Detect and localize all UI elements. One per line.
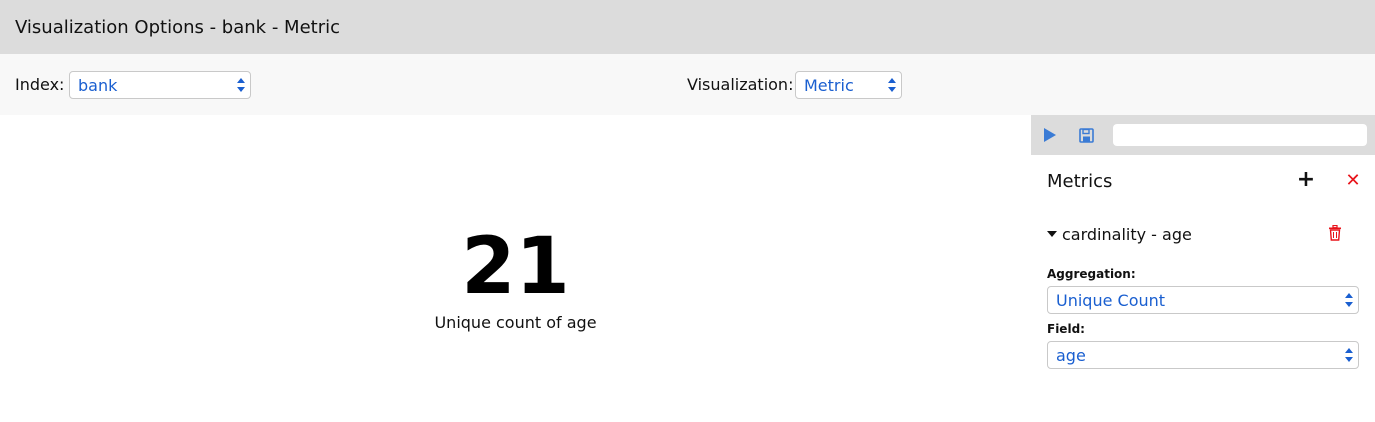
select-arrows-icon <box>1345 293 1353 307</box>
caret-down-icon <box>1047 231 1057 237</box>
visualization-select[interactable]: Metric <box>795 71 902 99</box>
floppy-disk-icon[interactable] <box>1075 124 1097 146</box>
sidebar-toolbar <box>1031 115 1375 155</box>
index-label: Index: <box>15 75 65 94</box>
sidebar-search-input[interactable] <box>1113 124 1367 146</box>
options-bar: Index: bank Visualization: Metric <box>0 54 1375 115</box>
plus-icon: + <box>1296 167 1316 192</box>
field-label: Field: <box>1047 322 1085 336</box>
window-titlebar: Visualization Options - bank - Metric <box>0 0 1375 54</box>
metric-label: Unique count of age <box>434 313 597 332</box>
select-arrows-icon <box>237 78 245 92</box>
index-select-value: bank <box>78 75 118 95</box>
visualization-canvas: 21 Unique count of age <box>0 115 1031 422</box>
aggregation-title: cardinality - age <box>1062 224 1192 244</box>
field-select-value: age <box>1056 345 1086 365</box>
trash-icon <box>1329 224 1341 241</box>
add-metric-button[interactable]: + <box>1296 169 1316 191</box>
close-icon: ✕ <box>1345 170 1361 191</box>
aggregation-label: Aggregation: <box>1047 267 1136 281</box>
field-select[interactable]: age <box>1047 341 1359 369</box>
aggregation-select-value: Unique Count <box>1056 290 1166 310</box>
aggregation-toggle[interactable]: cardinality - age <box>1047 223 1192 245</box>
select-arrows-icon <box>1345 348 1353 362</box>
index-select[interactable]: bank <box>69 71 251 99</box>
delete-aggregation-button[interactable] <box>1328 224 1344 243</box>
visualization-label: Visualization: <box>687 75 794 94</box>
visualization-select-value: Metric <box>804 75 854 95</box>
aggregation-select[interactable]: Unique Count <box>1047 286 1359 314</box>
play-icon[interactable] <box>1039 124 1061 146</box>
close-sidebar-button[interactable]: ✕ <box>1343 171 1363 191</box>
window-title: Visualization Options - bank - Metric <box>15 16 340 38</box>
metric-value: 21 <box>461 222 570 312</box>
select-arrows-icon <box>888 78 896 92</box>
metrics-section-title: Metrics <box>1047 171 1113 192</box>
editor-sidebar: Metrics + ✕ cardinality - age Aggregatio… <box>1031 115 1375 422</box>
